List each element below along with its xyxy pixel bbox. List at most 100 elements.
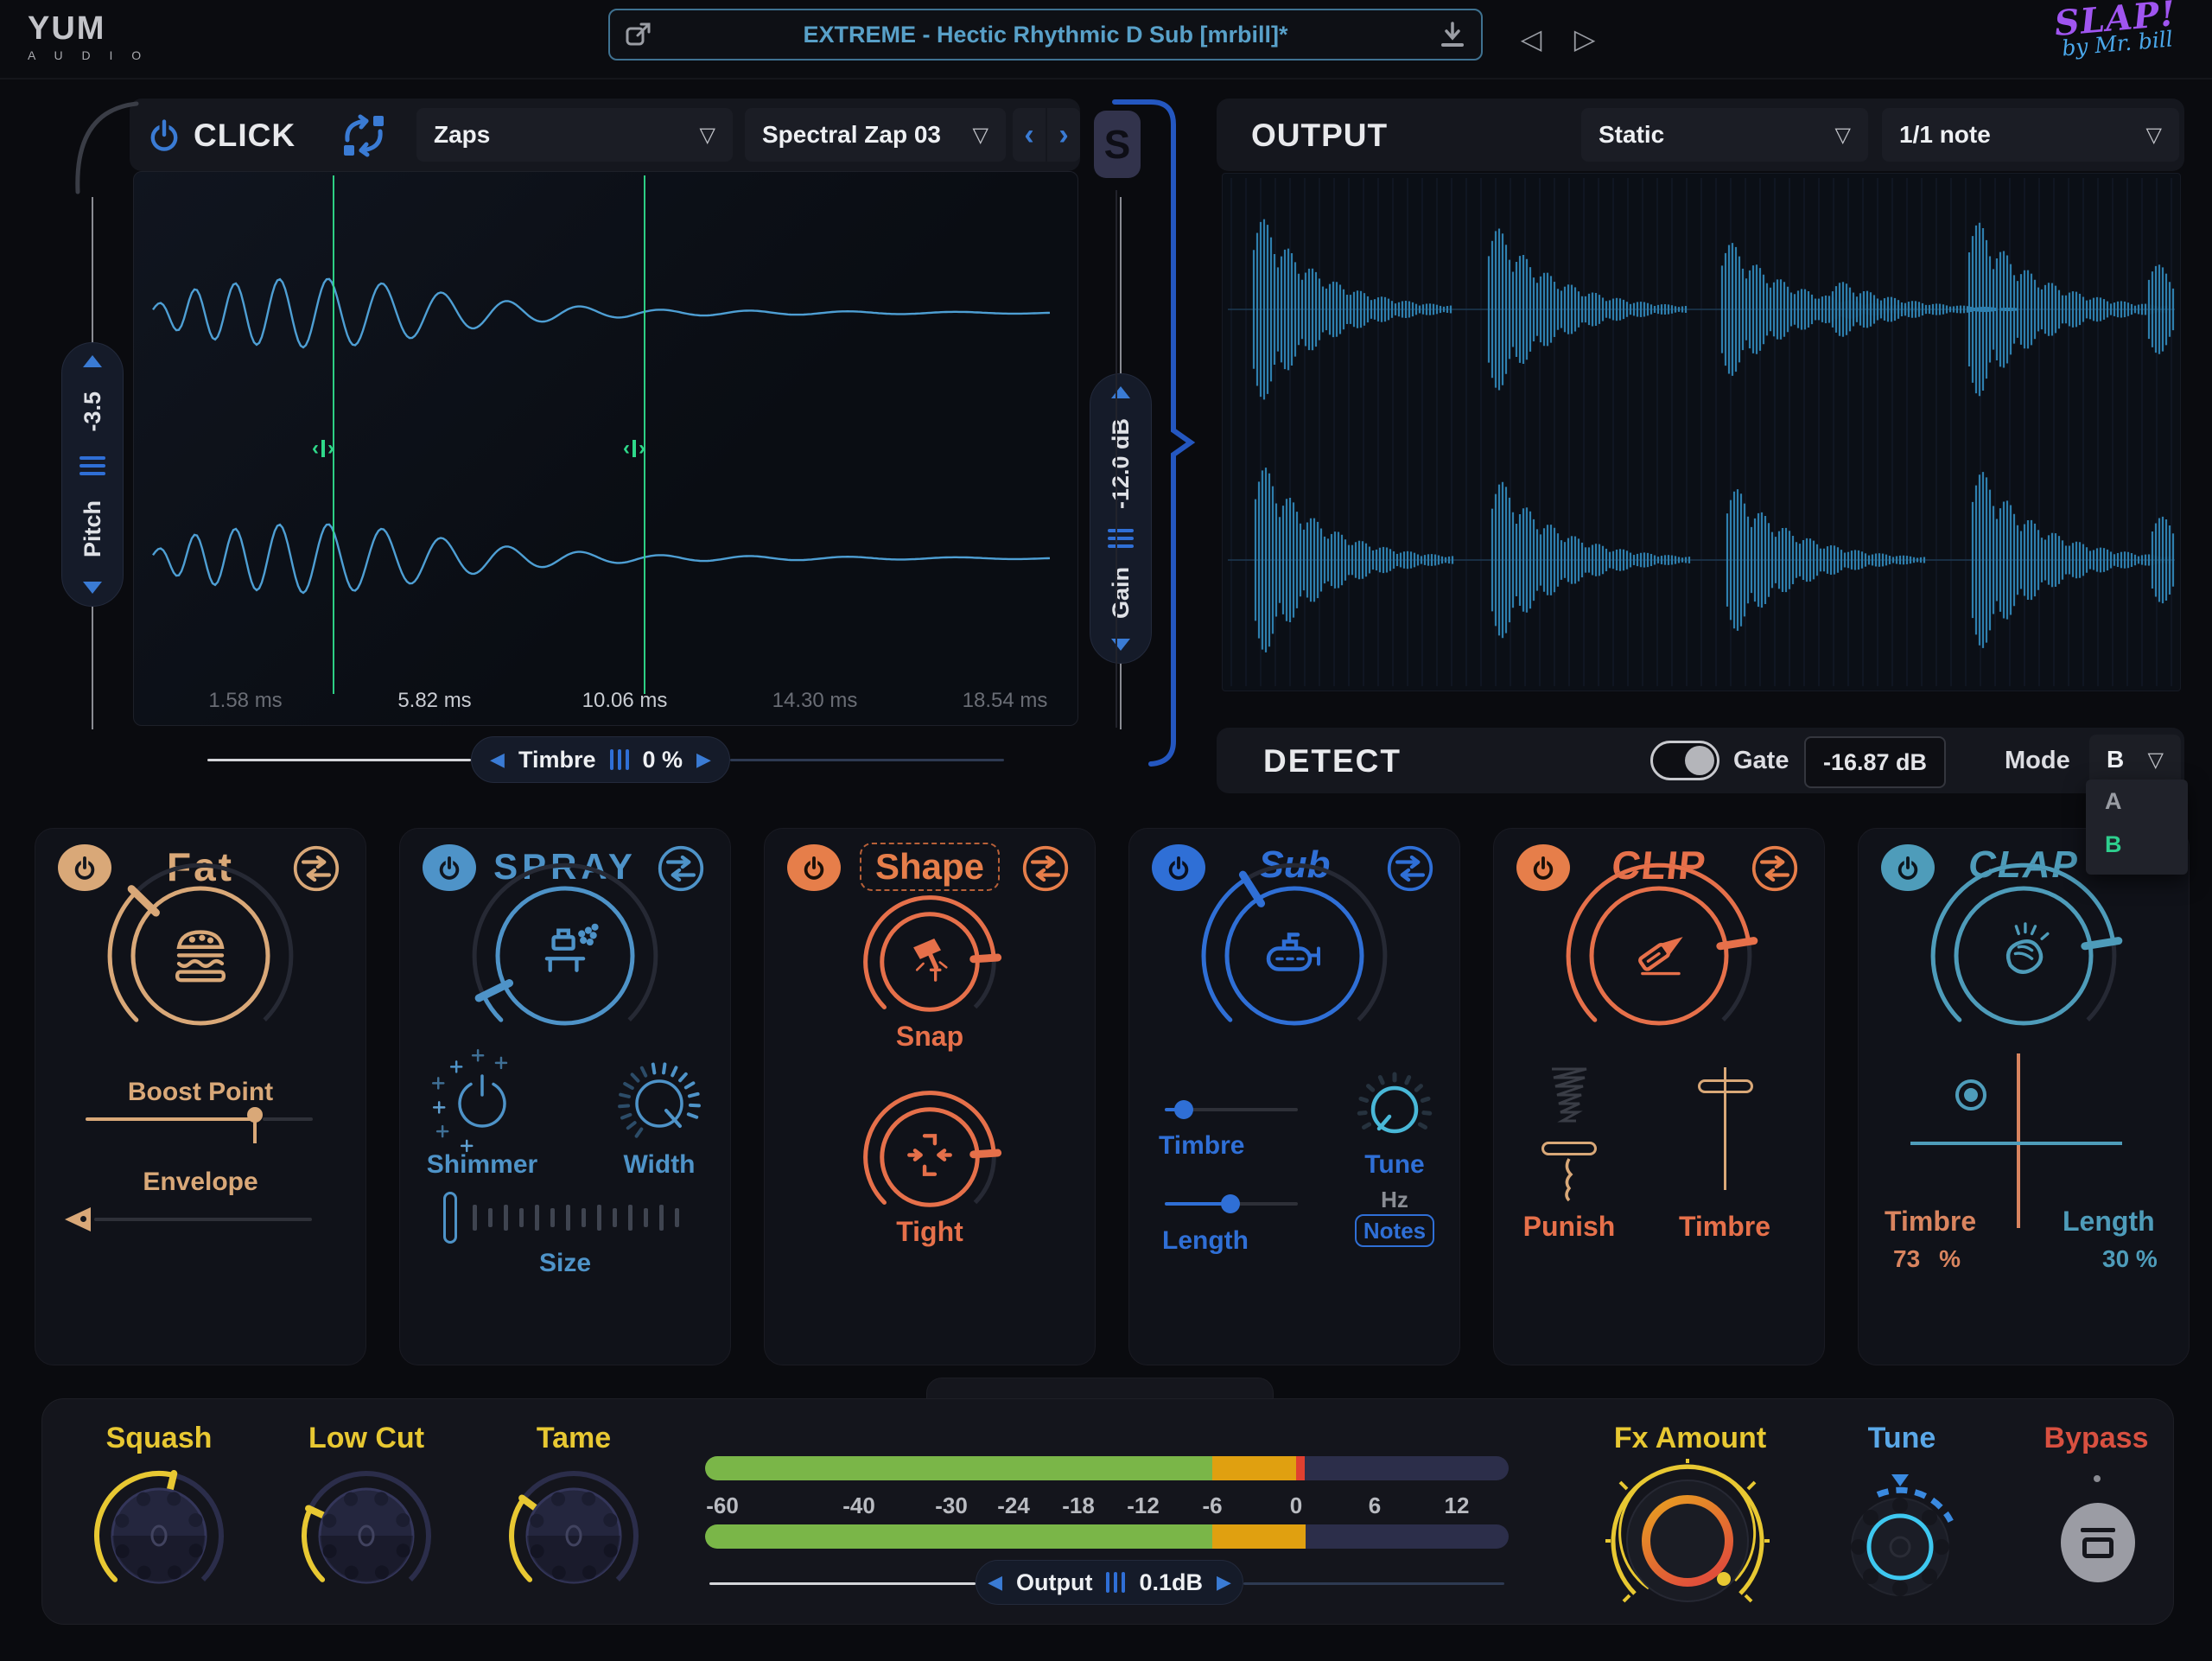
brand-name: YUM bbox=[28, 12, 149, 45]
spray-amount-knob[interactable] bbox=[461, 852, 669, 1060]
brand-sub: A U D I O bbox=[28, 49, 149, 61]
clip-timbre-handle[interactable] bbox=[1698, 1079, 1753, 1093]
pitch-down-icon[interactable] bbox=[83, 582, 102, 594]
tame-label: Tame bbox=[505, 1422, 643, 1455]
loop-start-cursor[interactable] bbox=[333, 175, 334, 694]
prev-preset-button[interactable]: ◁ bbox=[1507, 16, 1555, 62]
width-knob[interactable] bbox=[597, 1041, 721, 1166]
pitch-slider[interactable]: -3.5 Pitch bbox=[61, 342, 124, 607]
shimmer-label: Shimmer bbox=[404, 1150, 560, 1180]
timbre-label: Timbre bbox=[518, 747, 596, 773]
gate-label: Gate bbox=[1733, 747, 1789, 775]
output-waveform-display[interactable] bbox=[1222, 173, 2181, 691]
click-power-icon[interactable] bbox=[145, 116, 183, 154]
clap-xy-vline bbox=[2017, 1053, 2020, 1228]
zap-category-dropdown[interactable]: Zaps ▽ bbox=[416, 108, 733, 162]
bypass-button[interactable] bbox=[2061, 1503, 2135, 1582]
clap-timbre-value: 73% bbox=[1893, 1245, 1961, 1273]
timbre-value: 0 % bbox=[643, 747, 683, 773]
click-waveform-display[interactable]: ‹› ‹› 1.58 ms 5.82 ms 10.06 ms 14.30 ms … bbox=[133, 171, 1078, 726]
yum-audio-logo: YUM A U D I O bbox=[28, 12, 149, 61]
shape-swap-icon[interactable] bbox=[1020, 844, 1071, 893]
envelope-handle-dot bbox=[80, 1216, 86, 1222]
snap-knob[interactable] bbox=[856, 888, 1003, 1035]
mode-option-a[interactable]: A bbox=[2086, 780, 2188, 823]
bottom-bar: Squash Low Cut Tame -60 -40 -30 -24 -18 … bbox=[41, 1398, 2174, 1625]
tight-knob[interactable] bbox=[856, 1084, 1003, 1231]
sub-length-handle[interactable] bbox=[1221, 1194, 1240, 1213]
meter-tick: -18 bbox=[1062, 1492, 1095, 1519]
decrement-icon[interactable]: ◀ bbox=[490, 748, 505, 771]
ab-mode-dropdown[interactable]: B ▽ bbox=[2089, 735, 2181, 785]
boost-point-slider[interactable] bbox=[86, 1117, 255, 1121]
increment-icon[interactable]: ▶ bbox=[696, 748, 711, 771]
loop-end-cursor[interactable] bbox=[644, 175, 645, 694]
sub-tune-label: Tune bbox=[1334, 1150, 1455, 1180]
punish-spring bbox=[1543, 1064, 1597, 1143]
level-meter-top bbox=[705, 1456, 1509, 1480]
sub-amount-knob[interactable] bbox=[1191, 852, 1398, 1060]
click-header: CLICK Zaps ▽ Spectral Zap 03 ▽ ‹ › bbox=[130, 99, 1080, 171]
output-track-left bbox=[709, 1582, 976, 1585]
mode-option-b[interactable]: B bbox=[2086, 823, 2188, 866]
ab-mode-dropdown-menu: A B bbox=[2086, 780, 2188, 875]
save-preset-icon[interactable] bbox=[1438, 20, 1467, 49]
click-timbre-slider[interactable]: ◀ Timbre 0 % ▶ bbox=[471, 736, 730, 783]
pitch-up-icon[interactable] bbox=[83, 355, 102, 367]
zap-preset-dropdown[interactable]: Spectral Zap 03 ▽ bbox=[745, 108, 1006, 162]
open-preset-icon[interactable] bbox=[624, 20, 653, 49]
cursor-handle[interactable]: ‹› bbox=[312, 436, 334, 461]
envelope-label: Envelope bbox=[35, 1168, 365, 1197]
preset-browser-bar[interactable]: EXTREME - Hectic Rhythmic D Sub [mrbill]… bbox=[608, 9, 1483, 60]
clap-amount-knob[interactable] bbox=[1920, 852, 2127, 1060]
notes-option[interactable]: Notes bbox=[1355, 1214, 1434, 1247]
next-zap-button[interactable]: › bbox=[1047, 108, 1080, 162]
sub-timbre-track[interactable] bbox=[1185, 1108, 1298, 1111]
prev-zap-button[interactable]: ‹ bbox=[1013, 108, 1046, 162]
bottom-tune-label: Tune bbox=[1833, 1422, 1971, 1455]
gate-toggle[interactable] bbox=[1650, 741, 1719, 780]
module-fat: Fat Boost Point Envelope bbox=[35, 828, 366, 1365]
sub-timbre-handle[interactable] bbox=[1174, 1100, 1193, 1119]
hz-option[interactable]: Hz bbox=[1334, 1187, 1455, 1213]
gate-threshold-value[interactable]: -16.87 dB bbox=[1804, 736, 1946, 788]
module-spray: SPRAY Shimmer Width Size bbox=[399, 828, 731, 1365]
clap-xy-dot[interactable] bbox=[1955, 1079, 1986, 1111]
time-label: 18.54 ms bbox=[963, 689, 1048, 713]
detect-bar: DETECT Gate -16.87 dB Mode B ▽ bbox=[1217, 728, 2184, 793]
output-gain-slider[interactable]: ◀ Output 0.1dB ▶ bbox=[976, 1560, 1243, 1605]
increment-icon[interactable]: ▶ bbox=[1217, 1571, 1231, 1594]
next-preset-button[interactable]: ▷ bbox=[1560, 16, 1609, 62]
cursor-handle[interactable]: ‹› bbox=[623, 436, 645, 461]
snap-label: Snap bbox=[765, 1021, 1095, 1053]
squash-knob[interactable] bbox=[86, 1462, 232, 1609]
size-slider-handle[interactable] bbox=[443, 1192, 457, 1244]
meter-tick: -6 bbox=[1202, 1492, 1222, 1519]
zap-category-value: Zaps bbox=[434, 121, 490, 149]
preset-name[interactable]: EXTREME - Hectic Rhythmic D Sub [mrbill]… bbox=[653, 22, 1438, 48]
shimmer-knob[interactable] bbox=[420, 1041, 544, 1166]
click-waveform bbox=[134, 172, 1077, 725]
module-shape: Shape Snap bbox=[764, 828, 1096, 1365]
plugin-window: YUM A U D I O EXTREME - Hectic Rhythmic … bbox=[0, 0, 2212, 1661]
tame-knob[interactable] bbox=[500, 1462, 647, 1609]
note-length-dropdown[interactable]: 1/1 note ▽ bbox=[1882, 108, 2179, 162]
time-label: 5.82 ms bbox=[397, 689, 471, 713]
mode-label: Mode bbox=[2005, 747, 2070, 775]
size-slider-ticks[interactable] bbox=[473, 1202, 679, 1233]
punish-handle[interactable] bbox=[1541, 1142, 1597, 1155]
envelope-handle[interactable] bbox=[65, 1207, 91, 1231]
randomize-zap-icon[interactable] bbox=[340, 114, 387, 157]
sub-length-track[interactable] bbox=[1230, 1202, 1298, 1206]
fat-amount-knob[interactable] bbox=[97, 852, 304, 1060]
lowcut-knob[interactable] bbox=[293, 1462, 440, 1609]
decrement-icon[interactable]: ◀ bbox=[988, 1571, 1002, 1594]
bottom-tune-knob[interactable] bbox=[1835, 1471, 1965, 1609]
sub-length-label: Length bbox=[1162, 1226, 1300, 1256]
fx-amount-knob[interactable] bbox=[1605, 1459, 1770, 1623]
bypass-label: Bypass bbox=[2027, 1422, 2165, 1455]
output-mode-dropdown[interactable]: Static ▽ bbox=[1581, 108, 1868, 162]
clip-amount-knob[interactable] bbox=[1555, 852, 1763, 1060]
envelope-track[interactable] bbox=[94, 1218, 312, 1221]
burger-icon bbox=[159, 913, 242, 1000]
